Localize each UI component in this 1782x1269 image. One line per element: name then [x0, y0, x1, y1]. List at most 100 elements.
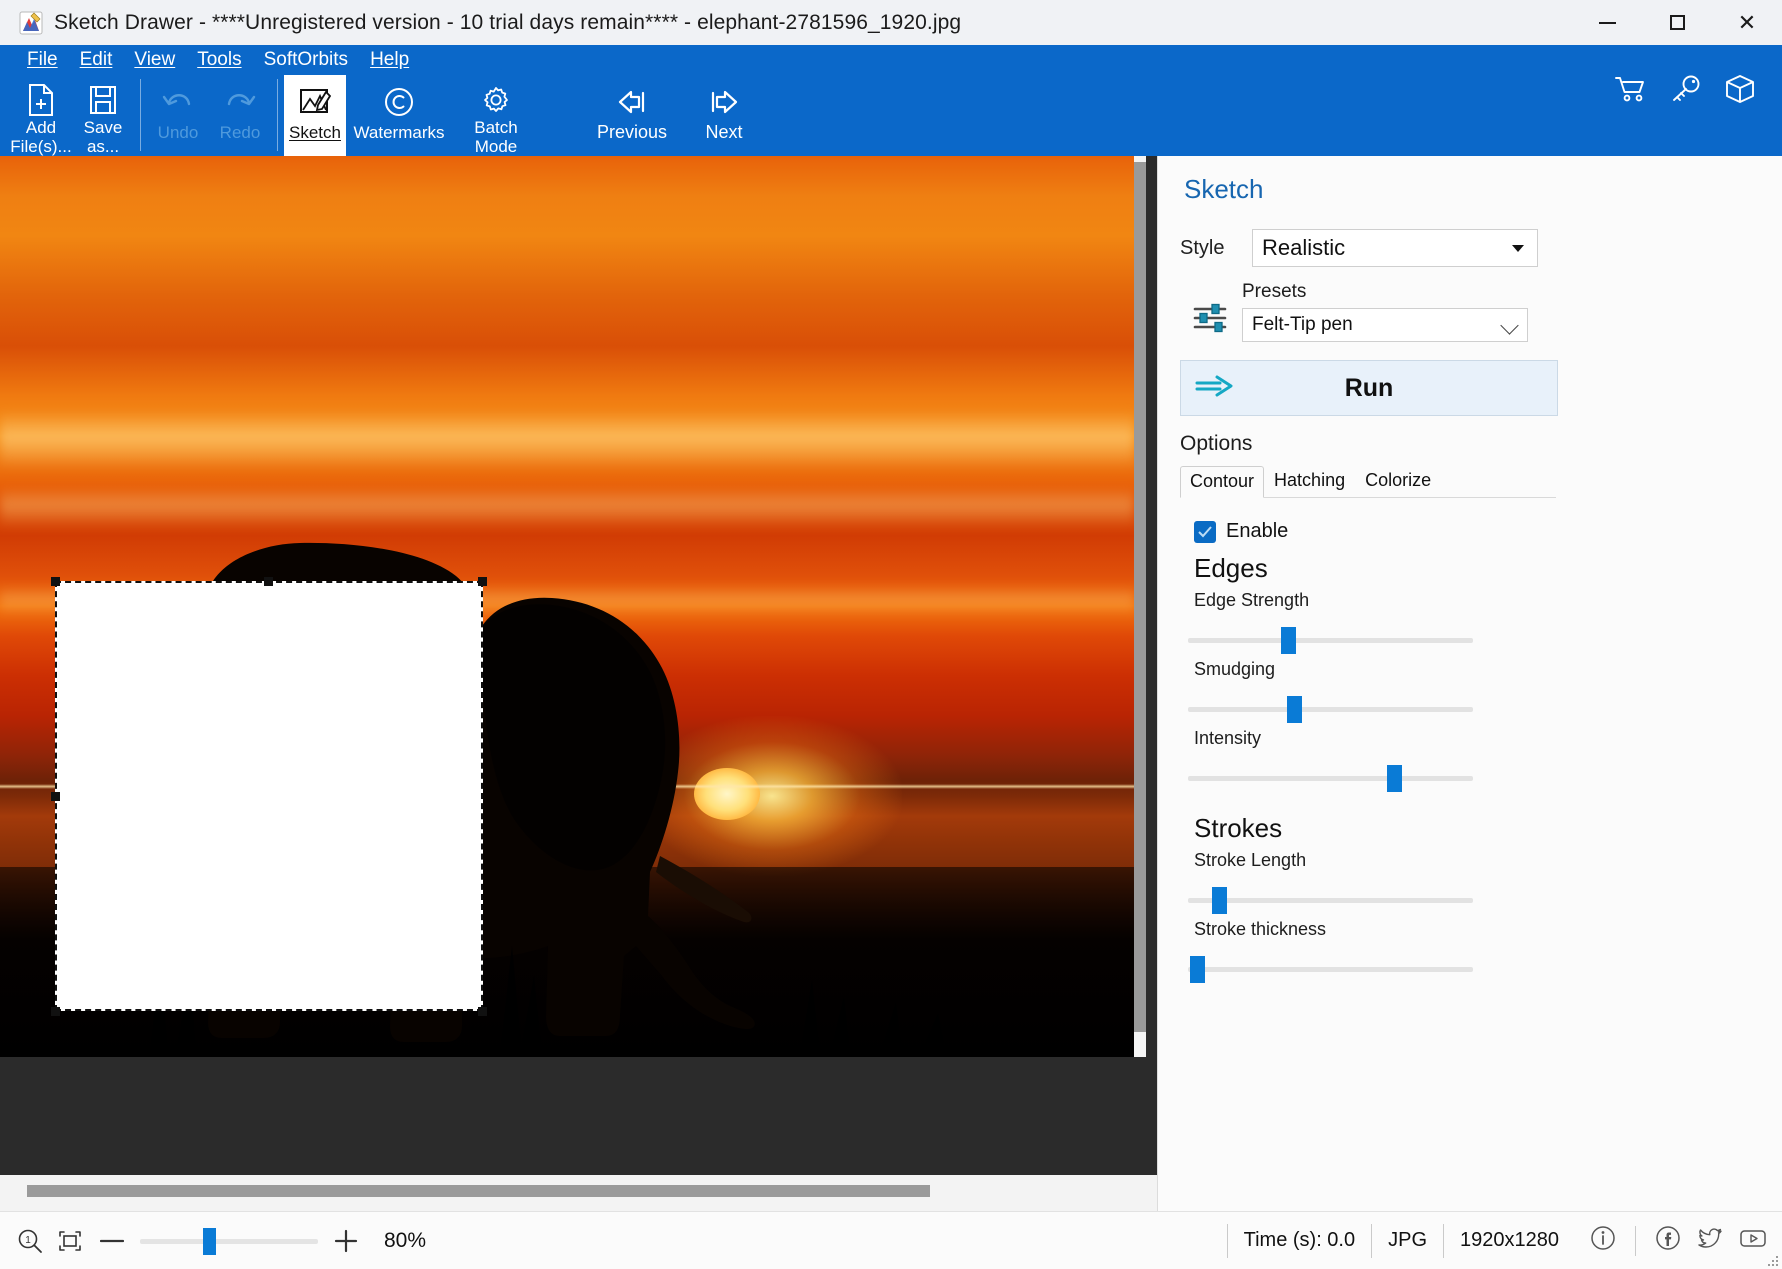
- menu-softorbits-label: SoftOrbits: [263, 49, 349, 70]
- menu-item-help[interactable]: Help: [359, 47, 420, 73]
- ribbon-right-icons: [1614, 73, 1756, 110]
- toolbar-add-files-button[interactable]: Add File(s)...: [10, 75, 72, 156]
- chevron-down-icon: [1500, 316, 1519, 335]
- selection-handle-top-center[interactable]: [264, 577, 273, 586]
- zoom-slider-track: [140, 1238, 318, 1244]
- menu-item-file[interactable]: File: [16, 47, 69, 73]
- toolbar-redo-button[interactable]: Redo: [209, 75, 271, 156]
- intensity-slider-thumb[interactable]: [1387, 765, 1402, 792]
- smudging-label: Smudging: [1194, 659, 1276, 679]
- maximize-button[interactable]: [1642, 0, 1712, 45]
- menu-bar: File Edit View Tools SoftOrbits Help: [0, 45, 1782, 75]
- image-canvas[interactable]: [0, 156, 1157, 1211]
- menu-item-tools[interactable]: Tools: [186, 47, 252, 73]
- minimize-icon: [1598, 21, 1616, 24]
- toolbar-batch-mode-label-1: Batch: [474, 118, 518, 137]
- edge-strength-slider-thumb[interactable]: [1281, 627, 1296, 654]
- tab-colorize-label: Colorize: [1365, 470, 1432, 490]
- canvas-horizontal-scrollbar[interactable]: [27, 1185, 1127, 1197]
- facebook-icon[interactable]: [1654, 1224, 1682, 1257]
- main-content: Sketch Style Realistic Presets Felt-Tip …: [0, 156, 1782, 1211]
- stroke-length-label: Stroke Length: [1194, 850, 1307, 870]
- selection-handle-bottom-right[interactable]: [478, 1007, 487, 1016]
- toolbar-undo-button[interactable]: Undo: [147, 75, 209, 156]
- tab-colorize[interactable]: Colorize: [1355, 465, 1441, 497]
- menu-edit-label: Edit: [79, 49, 113, 70]
- toolbar-sketch-label: Sketch: [289, 123, 341, 142]
- edge-strength-slider-track: [1188, 638, 1473, 643]
- cart-icon[interactable]: [1614, 74, 1648, 109]
- tab-hatching[interactable]: Hatching: [1264, 465, 1355, 497]
- zoom-actual-size-icon[interactable]: 1: [10, 1221, 50, 1261]
- enable-label: Enable: [1226, 520, 1289, 542]
- info-icon[interactable]: [1589, 1224, 1617, 1257]
- menu-view-label: View: [134, 49, 176, 70]
- menu-item-view[interactable]: View: [123, 47, 186, 73]
- window-controls: ✕: [1572, 0, 1782, 45]
- presets-row: Presets Felt-Tip pen: [1180, 281, 1782, 342]
- chevron-down-icon: [1512, 245, 1524, 252]
- presets-column: Presets Felt-Tip pen: [1242, 281, 1528, 342]
- toolbar-save-as-button[interactable]: Save as...: [72, 75, 134, 156]
- presets-dropdown[interactable]: Felt-Tip pen: [1242, 308, 1528, 342]
- toolbar-save-as-label-1: Save: [83, 118, 123, 137]
- menu-item-softorbits[interactable]: SoftOrbits: [253, 47, 359, 73]
- canvas-vertical-scrollbar[interactable]: [1134, 156, 1146, 1057]
- toolbar-batch-mode-label-2: Mode: [474, 137, 518, 156]
- checkmark-icon: [1198, 526, 1212, 538]
- fit-to-window-icon[interactable]: [50, 1221, 90, 1261]
- sliders-icon[interactable]: [1180, 298, 1242, 342]
- toolbar-watermarks-label: Watermarks: [353, 123, 445, 142]
- intensity-slider[interactable]: [1188, 765, 1473, 792]
- stroke-thickness-slider-thumb[interactable]: [1190, 956, 1205, 983]
- stroke-thickness-slider[interactable]: [1188, 956, 1473, 983]
- toolbar-previous-button[interactable]: Previous: [586, 75, 678, 156]
- zoom-slider[interactable]: [140, 1226, 318, 1256]
- zoom-controls: 1 80%: [0, 1221, 426, 1261]
- toolbar-separator-2: [277, 79, 278, 151]
- window-title: Sketch Drawer - ****Unregistered version…: [54, 10, 962, 34]
- selection-handle-bottom-left[interactable]: [51, 1007, 60, 1016]
- key-icon[interactable]: [1670, 74, 1702, 109]
- canvas-vertical-scroll-thumb[interactable]: [1134, 162, 1146, 1032]
- edge-strength-slider[interactable]: [1188, 627, 1473, 654]
- status-icons: [1575, 1224, 1768, 1257]
- zoom-out-button[interactable]: [90, 1221, 134, 1261]
- gear-icon: [480, 81, 512, 118]
- canvas-horizontal-scroll-thumb[interactable]: [27, 1185, 930, 1197]
- stroke-length-slider-thumb[interactable]: [1212, 887, 1227, 914]
- smudging-slider[interactable]: [1188, 696, 1473, 723]
- undo-icon: [161, 81, 195, 123]
- selection-handle-middle-left[interactable]: [51, 792, 60, 801]
- stroke-length-slider[interactable]: [1188, 887, 1473, 914]
- menu-item-edit[interactable]: Edit: [69, 47, 124, 73]
- enable-checkbox[interactable]: [1194, 520, 1216, 543]
- resize-grip[interactable]: [1767, 1254, 1779, 1266]
- selection-handle-top-right[interactable]: [478, 577, 487, 586]
- twitter-icon[interactable]: [1696, 1224, 1724, 1257]
- youtube-icon[interactable]: [1738, 1224, 1768, 1257]
- menu-help-label: Help: [370, 49, 410, 70]
- tab-contour[interactable]: Contour: [1180, 466, 1265, 498]
- toolbar-batch-mode-button[interactable]: Batch Mode: [452, 75, 540, 156]
- close-button[interactable]: ✕: [1712, 0, 1782, 45]
- toolbar-sketch-button[interactable]: Sketch: [284, 75, 346, 156]
- box-icon[interactable]: [1724, 73, 1756, 110]
- panel-title: Sketch: [1184, 174, 1264, 204]
- close-icon: ✕: [1737, 9, 1757, 35]
- status-right: Time (s): 0.0 JPG 1920x1280: [1226, 1212, 1768, 1269]
- zoom-in-button[interactable]: [324, 1221, 368, 1261]
- save-icon: [88, 81, 118, 118]
- minimize-button[interactable]: [1572, 0, 1642, 45]
- sketch-settings-panel: Sketch Style Realistic Presets Felt-Tip …: [1157, 156, 1782, 1211]
- style-dropdown[interactable]: Realistic: [1252, 229, 1538, 267]
- arrow-right-icon: [706, 81, 742, 123]
- smudging-slider-thumb[interactable]: [1287, 696, 1302, 723]
- zoom-slider-thumb[interactable]: [203, 1227, 216, 1255]
- toolbar-watermarks-button[interactable]: Watermarks: [346, 75, 452, 156]
- enable-checkbox-row[interactable]: Enable: [1194, 520, 1782, 543]
- run-button[interactable]: Run: [1180, 360, 1558, 416]
- copyright-icon: [383, 81, 415, 123]
- toolbar-next-button[interactable]: Next: [678, 75, 770, 156]
- selection-handle-top-left[interactable]: [51, 577, 60, 586]
